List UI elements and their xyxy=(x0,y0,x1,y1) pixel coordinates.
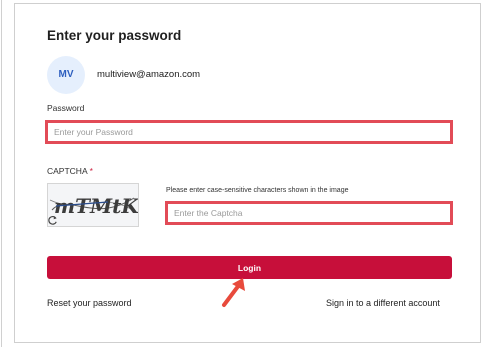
captcha-label: CAPTCHA * xyxy=(47,166,93,176)
login-button[interactable]: Login xyxy=(47,256,452,279)
captcha-label-text: CAPTCHA xyxy=(47,166,88,176)
captcha-input[interactable] xyxy=(165,201,453,225)
account-email: multiview@amazon.com xyxy=(97,69,201,80)
captcha-hint: Please enter case-sensitive characters s… xyxy=(166,187,349,194)
reset-password-link[interactable]: Reset your password xyxy=(47,298,132,308)
arrow-icon xyxy=(218,275,248,309)
required-marker: * xyxy=(89,166,93,176)
different-account-link[interactable]: Sign in to a different account xyxy=(326,298,440,308)
refresh-icon[interactable] xyxy=(47,213,58,225)
page-title: Enter your password xyxy=(47,28,182,43)
avatar: MV xyxy=(47,56,85,94)
page-left-edge xyxy=(1,0,4,347)
password-label: Password xyxy=(47,103,85,113)
captcha-image: mTMtK xyxy=(47,183,140,227)
captcha-text: mTMtK xyxy=(54,194,138,218)
password-input[interactable] xyxy=(45,120,453,144)
